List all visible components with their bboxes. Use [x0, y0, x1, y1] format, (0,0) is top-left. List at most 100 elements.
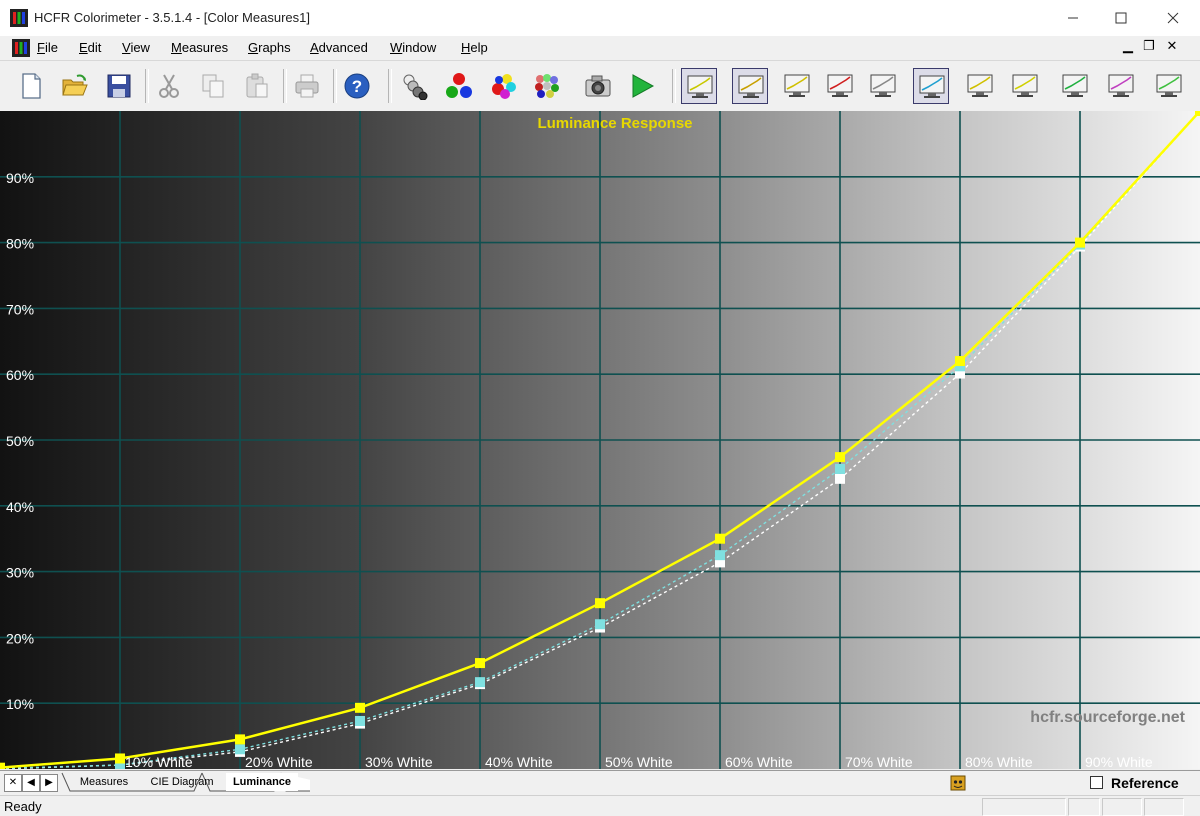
menu-graphs[interactable]: Graphs — [248, 40, 291, 55]
document-minimize-button[interactable]: ▁ — [1120, 38, 1136, 56]
secondaries-measure-button[interactable] — [485, 68, 521, 104]
menu-view[interactable]: View — [122, 40, 150, 55]
menu-help[interactable]: Help — [461, 40, 488, 55]
data-point[interactable] — [0, 762, 5, 769]
data-point[interactable] — [115, 753, 125, 764]
data-point[interactable] — [475, 658, 485, 669]
close-button[interactable] — [1150, 0, 1196, 36]
delta-e-graph-button[interactable] — [865, 68, 901, 104]
luminance-graph-button[interactable] — [681, 68, 717, 104]
gamma-graph-button[interactable] — [732, 68, 768, 104]
window-title: HCFR Colorimeter - 3.5.1.4 - [Color Meas… — [34, 10, 310, 25]
data-point[interactable] — [835, 463, 845, 474]
data-point[interactable] — [1195, 111, 1200, 116]
save-button[interactable] — [101, 68, 137, 104]
cie-diagram-button[interactable] — [913, 68, 949, 104]
y-tick-label: 50% — [6, 433, 34, 449]
document-app-icon[interactable] — [12, 39, 30, 57]
cut-icon — [159, 74, 179, 98]
menu-window[interactable]: Window — [390, 40, 436, 55]
toolbar-separator — [672, 69, 676, 103]
saturation-measure-button[interactable] — [529, 68, 565, 104]
y-tick-label: 90% — [6, 170, 34, 186]
data-point[interactable] — [235, 744, 245, 755]
toolbar-separator — [333, 69, 337, 103]
status-pane — [1068, 798, 1100, 816]
help-icon: ? — [344, 73, 370, 99]
color-checker-graph-button[interactable] — [1151, 68, 1187, 104]
saturation-luminance-graph-icon — [1108, 74, 1134, 97]
grayscale-measure-button[interactable] — [397, 68, 433, 104]
menu-advanced[interactable]: Advanced — [310, 40, 368, 55]
scroll-left-button[interactable]: ◀ — [22, 774, 40, 792]
document-restore-button[interactable]: ❐ — [1141, 38, 1157, 56]
primaries-measure-button[interactable] — [441, 68, 477, 104]
delta-e-graph-icon — [870, 74, 896, 97]
data-point[interactable] — [595, 619, 605, 630]
secondaries-measure-icon — [492, 74, 516, 99]
menu-measures[interactable]: Measures — [171, 40, 228, 55]
data-point[interactable] — [715, 550, 725, 561]
paste-button[interactable] — [239, 68, 275, 104]
mask-icon — [950, 775, 966, 791]
data-point[interactable] — [475, 677, 485, 688]
help-button[interactable]: ? — [339, 68, 375, 104]
data-point[interactable] — [715, 533, 725, 544]
data-point[interactable] — [1075, 237, 1085, 248]
copy-button[interactable] — [195, 68, 231, 104]
luminance-chart[interactable]: 10% 20% 30% 40% 50% 60% 70% 80% 90% 10% White 20% … — [0, 111, 1200, 769]
save-icon — [107, 74, 131, 98]
reference-checkbox[interactable]: Reference — [1090, 775, 1179, 791]
cut-button[interactable] — [151, 68, 187, 104]
x-tick-label: 80% White — [965, 754, 1033, 769]
y-tick-label: 10% — [6, 696, 34, 712]
close-icon — [1167, 12, 1179, 24]
menu-file[interactable]: File — [37, 40, 58, 55]
close-tab-button[interactable]: ✕ — [4, 774, 22, 792]
reference-label: Reference — [1111, 775, 1179, 791]
scroll-right-button[interactable]: ▶ — [40, 774, 58, 792]
camera-button[interactable] — [580, 68, 616, 104]
status-text: Ready — [4, 799, 42, 814]
data-point[interactable] — [955, 356, 965, 367]
copy-icon — [202, 74, 224, 98]
data-point[interactable] — [355, 702, 365, 713]
open-button[interactable] — [57, 68, 93, 104]
saturation-shift-graph-button[interactable] — [1057, 68, 1093, 104]
near-black-graph-button[interactable] — [962, 68, 998, 104]
new-document-button[interactable] — [13, 68, 49, 104]
minimize-button[interactable] — [1050, 0, 1096, 36]
near-white-graph-button[interactable] — [1007, 68, 1043, 104]
color-temperature-graph-button[interactable] — [779, 68, 815, 104]
y-tick-label: 70% — [6, 301, 34, 317]
print-button[interactable] — [289, 68, 325, 104]
toolbar-separator — [283, 69, 287, 103]
tab-cie-diagram[interactable]: CIE Diagram — [144, 773, 220, 791]
maximize-button[interactable] — [1098, 0, 1144, 36]
data-point[interactable] — [595, 598, 605, 609]
data-point[interactable] — [235, 734, 245, 745]
tab-measures[interactable]: Measures — [72, 773, 136, 791]
data-point[interactable] — [835, 473, 845, 484]
menu-edit[interactable]: Edit — [79, 40, 101, 55]
x-tick-label: 50% White — [605, 754, 673, 769]
title-bar: HCFR Colorimeter - 3.5.1.4 - [Color Meas… — [0, 0, 1200, 37]
document-close-button[interactable]: ✕ — [1164, 38, 1180, 56]
toolbar: ? — [0, 60, 1200, 112]
rgb-levels-graph-button[interactable] — [822, 68, 858, 104]
y-tick-label: 80% — [6, 236, 34, 252]
cie-diagram-icon — [919, 75, 945, 98]
tab-luminance[interactable]: Luminance — [226, 773, 298, 791]
maximize-icon — [1115, 12, 1127, 24]
saturation-luminance-graph-button[interactable] — [1103, 68, 1139, 104]
data-point[interactable] — [355, 715, 365, 726]
y-tick-label: 40% — [6, 499, 34, 515]
chart-title: Luminance Response — [537, 115, 692, 132]
x-tick-label: 10% White — [125, 754, 193, 769]
data-point[interactable] — [835, 452, 845, 463]
play-button[interactable] — [624, 68, 660, 104]
svg-text:?: ? — [352, 77, 362, 96]
reference-checkbox-box[interactable] — [1090, 776, 1103, 789]
x-tick-label: 20% White — [245, 754, 313, 769]
gamma-graph-icon — [738, 75, 764, 98]
